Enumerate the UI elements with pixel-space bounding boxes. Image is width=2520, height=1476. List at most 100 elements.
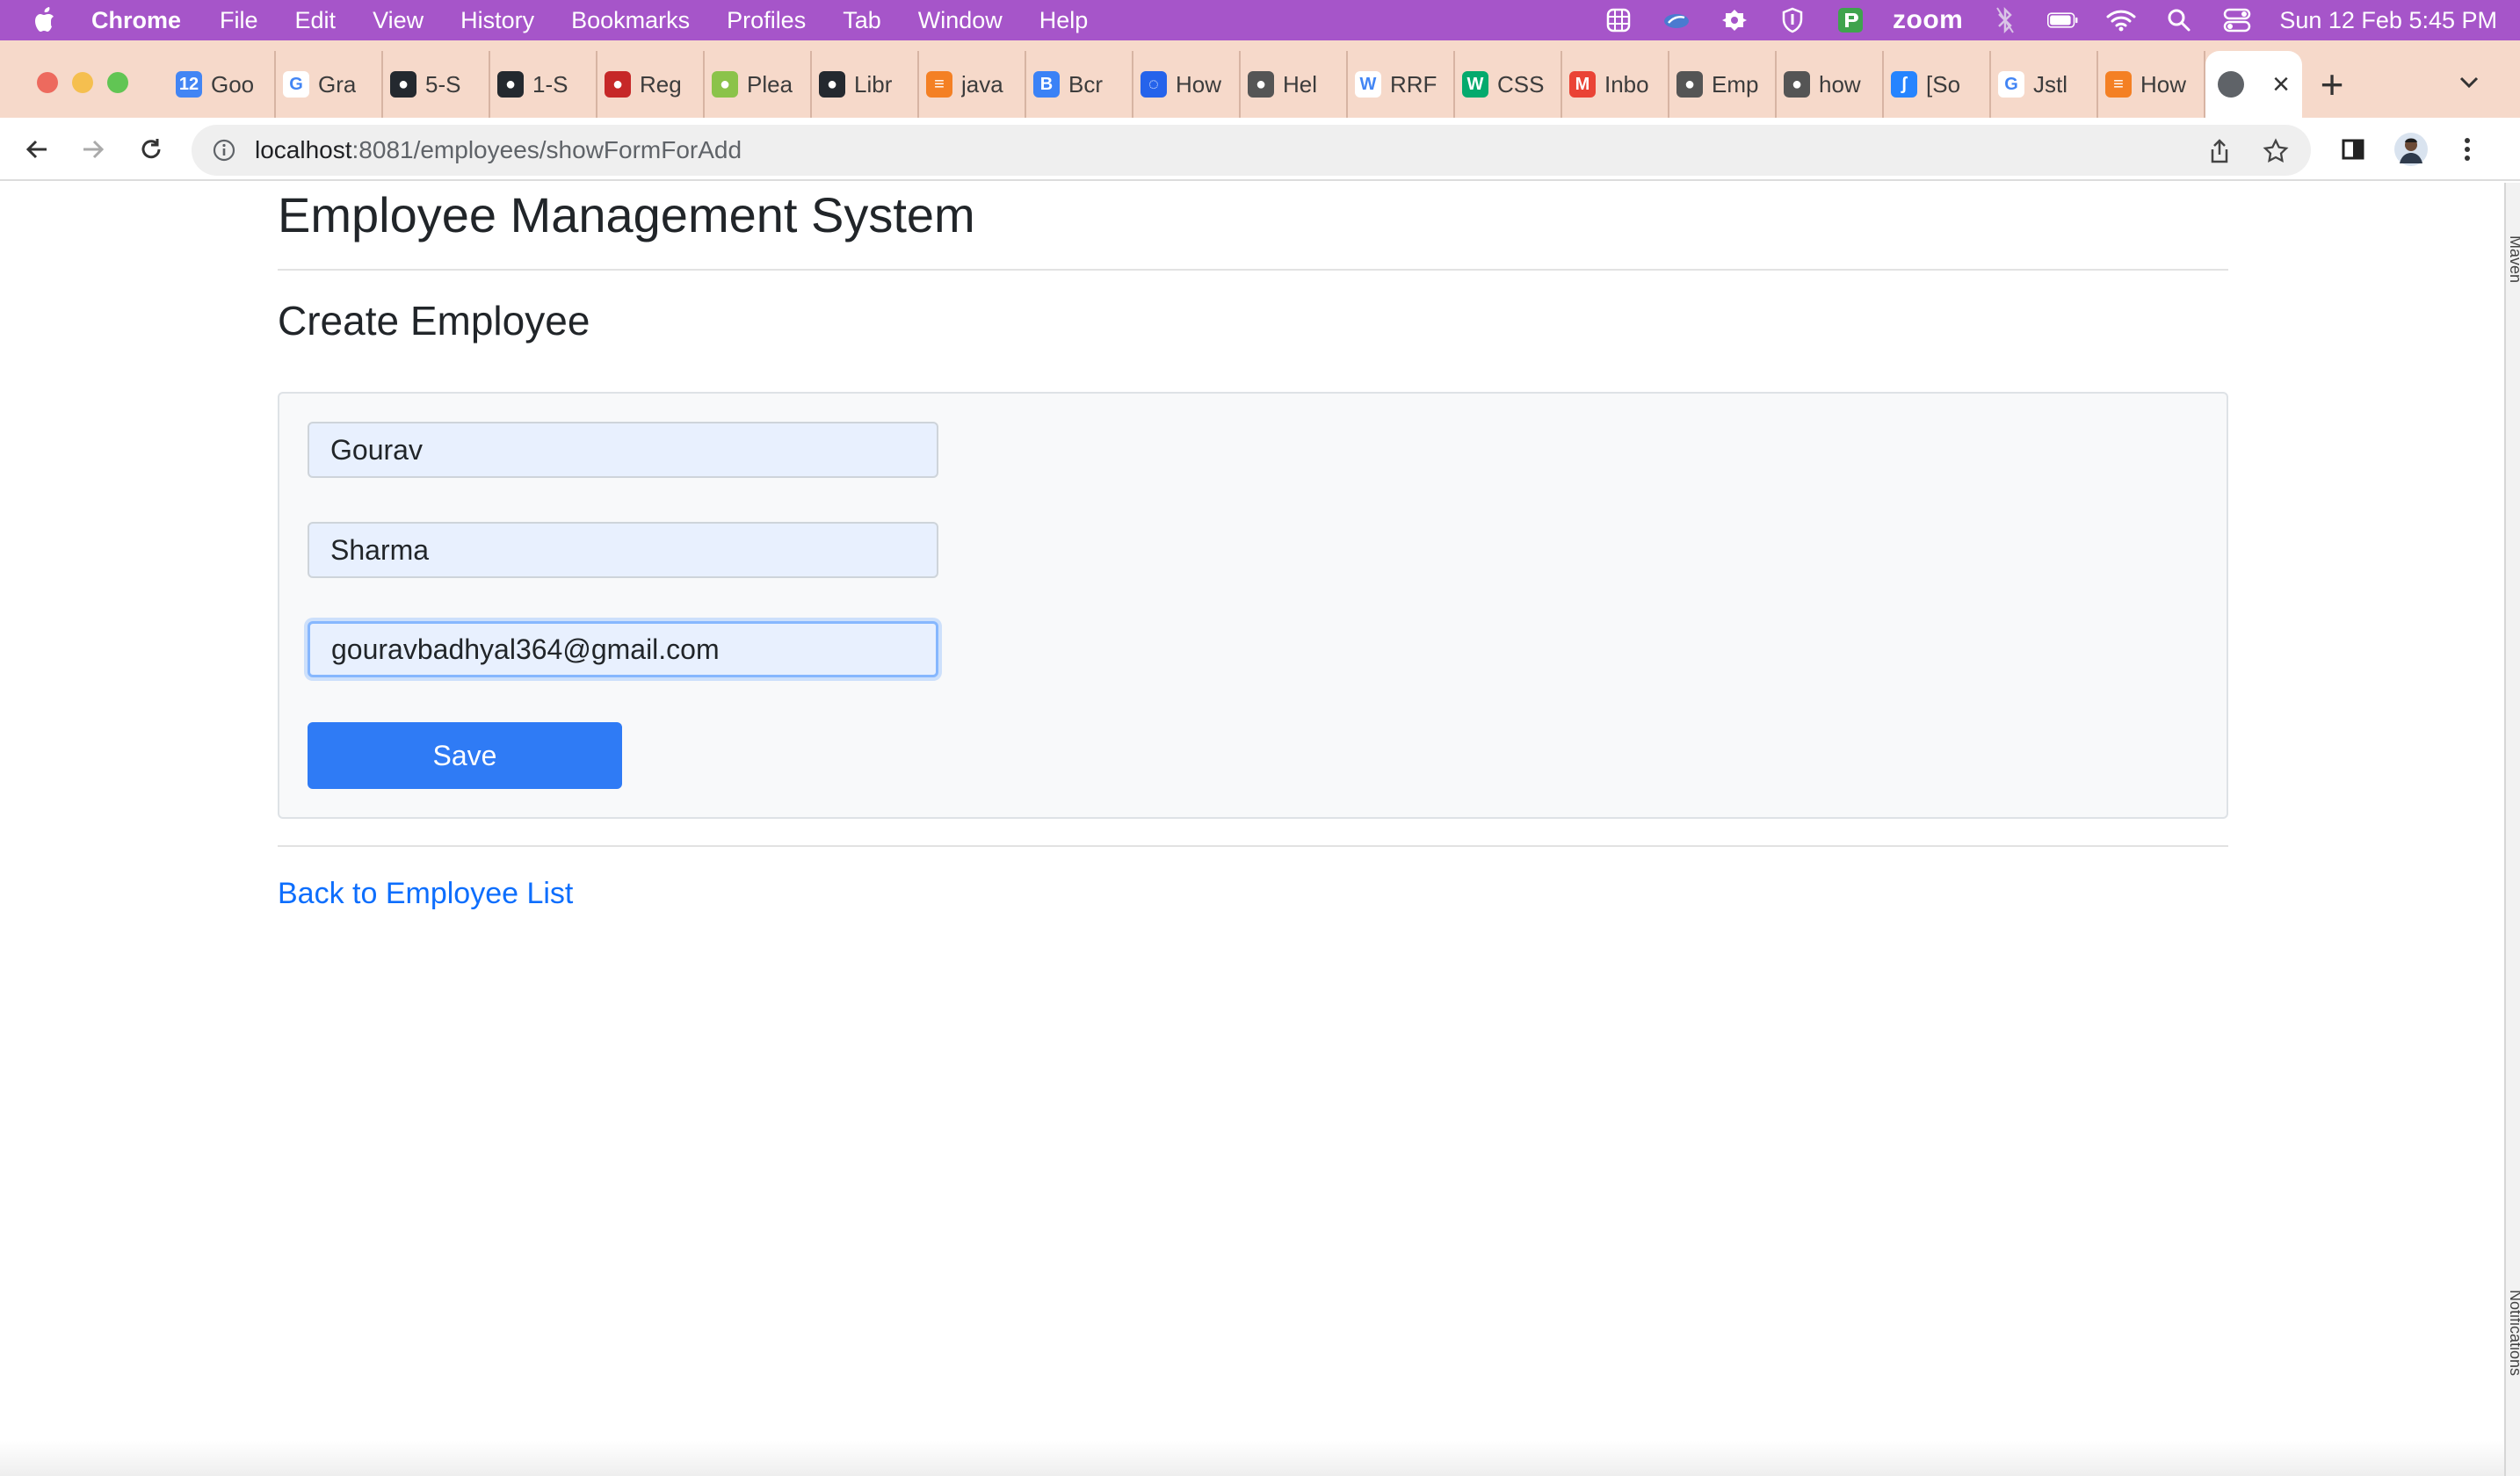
tab-title: Bcr (1068, 70, 1103, 98)
browser-tab[interactable]: G Gra (276, 51, 383, 118)
wikipedia-icon: W (1355, 71, 1381, 98)
save-button[interactable]: Save (308, 722, 622, 789)
kebab-menu-icon[interactable] (2448, 130, 2487, 169)
gear-badge-icon[interactable] (1719, 7, 1750, 33)
cloud-sync-icon[interactable] (1661, 7, 1692, 33)
site-info-icon[interactable] (211, 137, 237, 163)
globe-icon: ● (1784, 71, 1810, 98)
close-tab-icon[interactable]: × (2272, 69, 2290, 99)
tab-title: Reg (640, 70, 682, 98)
menubar-clock[interactable]: Sun 12 Feb 5:45 PM (2279, 7, 2497, 34)
maven-tool-tab[interactable]: Maven (2506, 235, 2520, 283)
back-arrow-icon[interactable] (18, 130, 56, 169)
browser-tab[interactable]: B Bcr (1026, 51, 1133, 118)
form-heading: Create Employee (278, 298, 590, 344)
loop-icon: ◌ (1141, 71, 1167, 98)
tab-title: Goo (211, 70, 255, 98)
menu-window[interactable]: Window (918, 7, 1003, 34)
browser-tab[interactable]: M Inbo (1562, 51, 1669, 118)
tab-title: Hel (1283, 70, 1318, 98)
bookmark-star-icon[interactable] (2258, 134, 2293, 169)
tab-title: 1-S (532, 70, 568, 98)
control-center-icon[interactable] (2221, 7, 2253, 33)
page-title: Employee Management System (278, 187, 975, 242)
browser-tab[interactable]: ● Reg (597, 51, 705, 118)
github-icon: ● (497, 71, 524, 98)
menu-bookmarks[interactable]: Bookmarks (571, 7, 690, 34)
tab-title: [So (1926, 70, 1961, 98)
browser-tab[interactable]: ● Hel (1241, 51, 1348, 118)
redis-icon: ● (605, 71, 631, 98)
browser-tab[interactable]: ● Libr (812, 51, 919, 118)
browser-tab[interactable]: ʃ [So (1884, 51, 1991, 118)
github-icon: ● (390, 71, 416, 98)
apple-icon[interactable] (0, 6, 91, 34)
browser-tab[interactable]: ◌ How (1133, 51, 1241, 118)
address-bar[interactable]: localhost:8081/employees/showFormForAdd (192, 125, 2311, 176)
url-text[interactable]: localhost:8081/employees/showFormForAdd (255, 136, 742, 164)
menu-help[interactable]: Help (1039, 7, 1089, 34)
url-path: :8081/employees/showFormForAdd (351, 136, 742, 163)
browser-tab[interactable]: ● 1-S (490, 51, 597, 118)
green-app-icon[interactable] (1835, 7, 1866, 33)
maximize-window-button[interactable] (107, 72, 128, 93)
window-bottom-shadow (0, 1441, 2504, 1476)
wifi-icon[interactable] (2105, 7, 2137, 33)
menu-app-name[interactable]: Chrome (91, 7, 181, 34)
stackoverflow-icon: ≡ (926, 71, 952, 98)
spotlight-search-icon[interactable] (2163, 7, 2195, 33)
browser-tab[interactable]: ● how (1777, 51, 1884, 118)
new-tab-button[interactable]: + (2311, 58, 2353, 111)
battery-icon[interactable] (2047, 7, 2079, 33)
zoom-status-label[interactable]: zoom (1893, 5, 1963, 35)
menu-profiles[interactable]: Profiles (727, 7, 806, 34)
minimize-window-button[interactable] (72, 72, 93, 93)
browser-tab[interactable]: ● Plea (705, 51, 812, 118)
browser-tab[interactable]: ≡ java (919, 51, 1026, 118)
tab-search-chevron-icon[interactable] (2451, 65, 2487, 100)
profile-avatar[interactable] (2392, 130, 2430, 169)
menu-history[interactable]: History (460, 7, 534, 34)
tab-title: How (1176, 70, 1222, 98)
gmail-icon: M (1569, 71, 1596, 98)
reload-icon[interactable] (132, 130, 170, 169)
notifications-tool-tab[interactable]: Notifications (2506, 1290, 2520, 1376)
menu-file[interactable]: File (220, 7, 258, 34)
employee-form: Gourav Sharma gouravbadhyal364@gmail.com… (278, 392, 2228, 819)
menu-edit[interactable]: Edit (295, 7, 337, 34)
forward-arrow-icon[interactable] (74, 130, 112, 169)
macos-menu-bar: Chrome File Edit View History Bookmarks … (0, 0, 2520, 40)
globe-icon (2218, 71, 2244, 98)
browser-tab[interactable]: W RRF (1348, 51, 1455, 118)
browser-tab[interactable]: ● Emp (1669, 51, 1777, 118)
tab-title: java (961, 70, 1003, 98)
browser-tab[interactable]: W CSS (1455, 51, 1562, 118)
web-page: Employee Management System Create Employ… (0, 183, 2504, 1476)
first-name-input[interactable]: Gourav (308, 422, 938, 478)
browser-tab[interactable]: G Jstl (1991, 51, 2098, 118)
title-divider (278, 269, 2228, 271)
bluetooth-icon[interactable] (1989, 7, 2021, 33)
w3schools-icon: W (1462, 71, 1488, 98)
grid-keyboard-icon[interactable] (1603, 7, 1634, 33)
menu-tab[interactable]: Tab (843, 7, 881, 34)
shield-icon[interactable] (1777, 7, 1808, 33)
back-to-employee-list-link[interactable]: Back to Employee List (278, 877, 573, 911)
browser-tab-strip: 12 Goo G Gra ● 5-S ● 1-S ● Reg ● Plea ● Libr ≡ java B Bcr… (0, 40, 2520, 118)
email-input[interactable]: gouravbadhyal364@gmail.com (308, 621, 938, 677)
tab-title: How (2140, 70, 2187, 98)
browser-tab[interactable]: 12 Goo (169, 51, 276, 118)
tab-title: RRF (1390, 70, 1437, 98)
browser-tab[interactable]: ≡ How (2098, 51, 2205, 118)
last-name-input[interactable]: Sharma (308, 522, 938, 578)
close-window-button[interactable] (37, 72, 58, 93)
url-host: localhost (255, 136, 352, 163)
share-icon[interactable] (2202, 134, 2237, 169)
browser-tab[interactable]: ● 5-S (383, 51, 490, 118)
tab-title: Gra (318, 70, 357, 98)
tab-title: CSS (1497, 70, 1545, 98)
stackoverflow-icon: ≡ (2105, 71, 2132, 98)
active-browser-tab[interactable]: × (2205, 51, 2302, 118)
menu-view[interactable]: View (373, 7, 424, 34)
side-panel-icon[interactable] (2334, 130, 2372, 169)
